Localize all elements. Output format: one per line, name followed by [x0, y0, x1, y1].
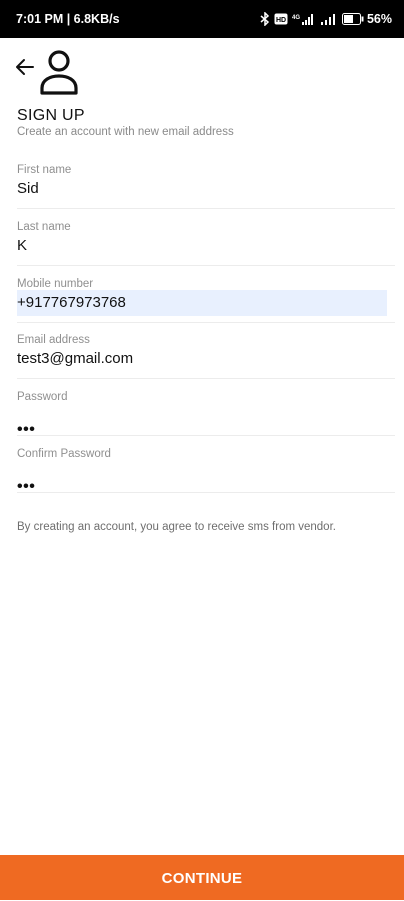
svg-text:HD: HD — [276, 17, 286, 24]
password-label: Password — [17, 391, 68, 403]
signal-icon: 4G — [292, 13, 316, 26]
first-name-label: First name — [17, 164, 72, 176]
confirm-password-label: Confirm Password — [17, 448, 111, 460]
signal-icon-2 — [320, 13, 338, 26]
status-time: 7:01 PM | 6.8KB/s — [16, 12, 120, 26]
divider — [17, 435, 395, 436]
email-input[interactable]: test3@gmail.com — [17, 346, 387, 372]
page-title: SIGN UP — [17, 107, 85, 124]
password-field: Password ••• — [17, 391, 395, 447]
last-name-field: Last name K — [17, 221, 395, 277]
hd-icon: HD — [274, 13, 288, 25]
network-label: 4G — [292, 15, 300, 21]
confirm-password-input[interactable]: ••• — [17, 460, 387, 495]
status-bar: 7:01 PM | 6.8KB/s HD 4G 56% — [0, 0, 404, 38]
page-subtitle: Create an account with new email address — [17, 126, 234, 138]
last-name-label: Last name — [17, 221, 71, 233]
consent-text: By creating an account, you agree to rec… — [17, 521, 336, 533]
divider — [17, 208, 395, 209]
divider — [17, 322, 395, 323]
first-name-input[interactable]: Sid — [17, 176, 387, 202]
confirm-password-field: Confirm Password ••• — [17, 448, 395, 504]
bluetooth-icon — [260, 12, 270, 26]
email-label: Email address — [17, 334, 90, 346]
battery-percent: 56% — [366, 12, 392, 26]
password-input[interactable]: ••• — [17, 403, 387, 438]
back-button[interactable] — [12, 56, 38, 82]
header — [0, 38, 404, 100]
divider — [17, 492, 395, 493]
email-field: Email address test3@gmail.com — [17, 334, 395, 390]
person-icon — [36, 46, 82, 96]
status-icons: HD 4G 56% — [260, 12, 392, 26]
mobile-field: Mobile number +917767973768 — [17, 278, 395, 334]
divider — [17, 378, 395, 379]
battery-icon — [341, 13, 364, 25]
mobile-label: Mobile number — [17, 278, 94, 290]
arrow-left-icon — [15, 58, 35, 81]
battery: 56% — [341, 12, 392, 26]
continue-button[interactable]: CONTINUE — [0, 855, 404, 900]
last-name-input[interactable]: K — [17, 233, 387, 259]
mobile-input[interactable]: +917767973768 — [17, 290, 387, 316]
divider — [17, 265, 395, 266]
first-name-field: First name Sid — [17, 164, 395, 220]
